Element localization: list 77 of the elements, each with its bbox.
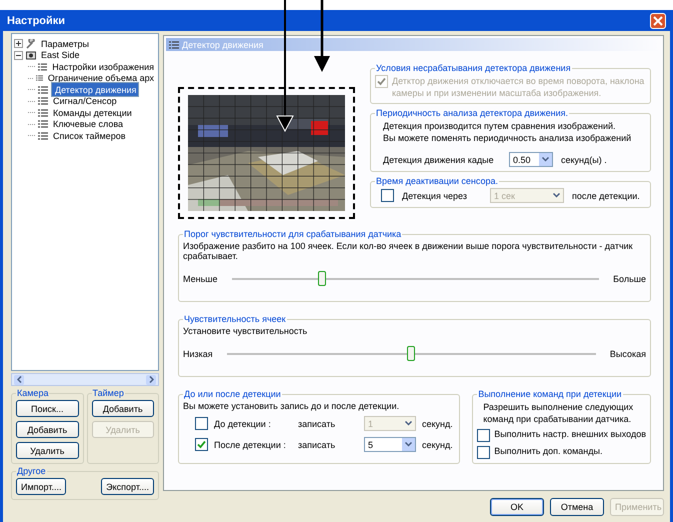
camera-icon	[26, 50, 36, 60]
group-title: Камера	[16, 388, 50, 398]
dialog-button[interactable]: Отмена	[550, 498, 604, 516]
description-text: Вы можете установить запись до и после детекции.	[183, 401, 400, 411]
min-label: Меньше	[183, 274, 218, 284]
tree-item[interactable]: Параметры	[39, 38, 91, 49]
checkbox-label: До детекции :	[214, 418, 272, 428]
checkbox-label: Детктор движения отключается во время поворота, наклона камеры и при изменении масштаба изображения.	[392, 75, 646, 99]
group-title: Выполнение команд при детекции	[477, 389, 623, 399]
action-label: записать	[298, 440, 336, 450]
unit-label: секунд.	[422, 418, 453, 428]
checkbox-label: Выполнить настр. внешних выходов	[494, 429, 646, 439]
checkbox[interactable]	[477, 446, 490, 459]
action-label: записать	[298, 418, 336, 428]
group-title: Чувствительность ячеек	[183, 314, 287, 324]
action-button[interactable]: Импорт....	[16, 478, 66, 495]
list-icon	[38, 120, 48, 128]
scroll-right-icon[interactable]	[146, 374, 156, 384]
action-button[interactable]: Экспорт....	[101, 478, 154, 495]
close-button[interactable]	[650, 12, 666, 28]
group-title: Условия несрабатывания детектора движения	[375, 63, 572, 73]
tree-item[interactable]: East Side	[39, 50, 82, 60]
plus-icon[interactable]	[14, 39, 23, 48]
action-button[interactable]: Поиск...	[16, 400, 78, 417]
tree-item[interactable]: Команды детекции	[51, 108, 134, 118]
tree-item[interactable]: Ключевые слова	[51, 119, 126, 130]
list-icon	[38, 62, 48, 71]
description-text: Установите чувствительность	[183, 326, 308, 336]
group-title: Время деактивации сенсора.	[375, 176, 500, 186]
list-icon	[169, 40, 179, 48]
description-text: Разрешить выполнение следующих команд при срабатывании датчика.	[482, 401, 634, 425]
panel-title: Детектор движения	[182, 40, 264, 50]
tree-item[interactable]: Список таймеров	[51, 130, 128, 141]
minus-icon[interactable]	[14, 50, 23, 60]
tree-item[interactable]: Ограничение объема арх	[46, 73, 156, 84]
action-button[interactable]: Удалить	[16, 442, 78, 459]
seconds-select[interactable]: 5	[364, 437, 416, 452]
action-button[interactable]: Добавить	[16, 421, 78, 438]
action-button[interactable]: Добавить	[92, 400, 154, 417]
group-title: Другое	[16, 466, 47, 476]
scroll-left-icon[interactable]	[14, 374, 24, 384]
checkbox[interactable]	[195, 438, 208, 451]
list-icon	[36, 74, 43, 82]
arrow	[314, 0, 330, 72]
suffix-label: после детекции.	[572, 190, 640, 200]
horizontal-scrollbar[interactable]	[11, 373, 159, 386]
slider-thumb[interactable]	[407, 346, 416, 361]
list-icon	[38, 86, 48, 94]
dialog-button[interactable]: OK	[490, 498, 544, 516]
tree-item[interactable]: Сигнал/Сенсор	[51, 96, 119, 106]
list-icon	[38, 132, 48, 140]
checkbox-label: Выполнить доп. команды.	[494, 446, 602, 456]
slider-thumb[interactable]	[318, 271, 326, 286]
tree-item[interactable]: Детектор движения	[51, 82, 140, 98]
max-label: Высокая	[610, 349, 646, 359]
wrench-icon	[26, 38, 36, 49]
group-title: Таймер	[92, 388, 125, 398]
group-title: До или после детекции	[183, 389, 282, 399]
checkbox-label: После детекции :	[214, 440, 287, 450]
group-title: Периодичность анализа детектора движения.	[375, 108, 569, 118]
unit-label: секунд.	[422, 440, 453, 450]
max-label: Больше	[613, 274, 646, 284]
description-text: Изображение разбито на 100 ячеек. Если кол-во ячеек в движении выше порога чувствительности - датчик срабатывает.	[183, 241, 634, 261]
group-title: Порог чувствительности для срабатывания датчика	[183, 229, 402, 239]
min-label: Низкая	[183, 349, 213, 359]
unit-label: секунд(ы) .	[561, 154, 607, 164]
list-icon	[38, 97, 48, 106]
description-text: Детекция производится путем сравнения изображений.	[383, 120, 617, 132]
checkbox[interactable]	[381, 189, 394, 202]
list-icon	[38, 108, 48, 117]
checkbox-label: Детекция через	[402, 190, 468, 200]
interval-select[interactable]: 0.50	[509, 152, 553, 167]
field-label: Детекция движения кадые	[383, 154, 495, 164]
tree-item[interactable]: Настройки изображения	[50, 62, 156, 72]
window-title: Настройки	[7, 14, 66, 26]
description-text: Вы можете поменять периодичность анализа изображений	[383, 132, 632, 144]
checkbox[interactable]	[477, 429, 490, 442]
